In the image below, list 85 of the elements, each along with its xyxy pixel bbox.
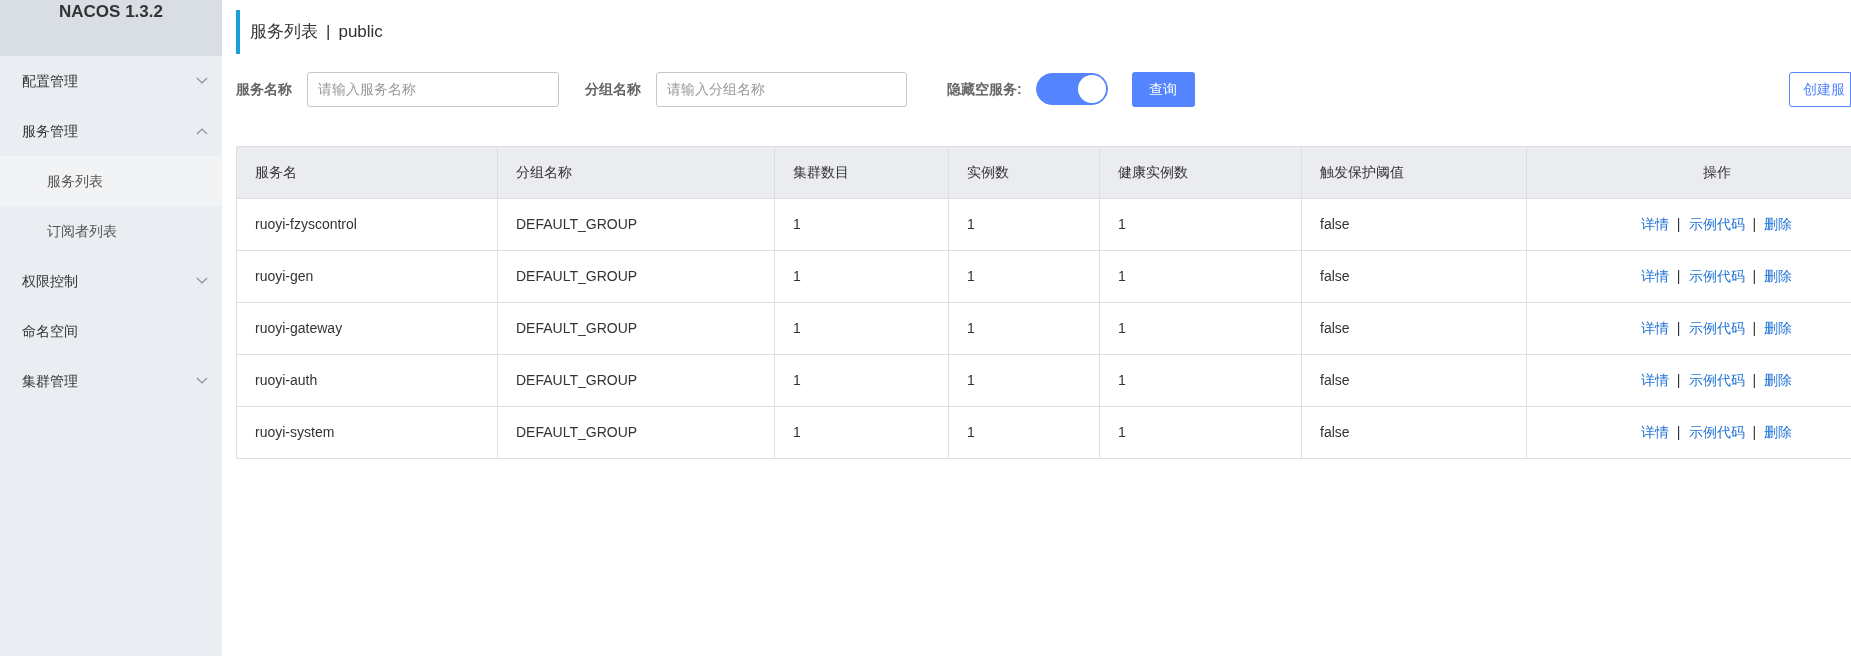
title-separator: | (326, 21, 331, 44)
table-cell: 1 (1099, 302, 1302, 355)
query-button[interactable]: 查询 (1131, 71, 1195, 107)
action-separator: | (1752, 215, 1757, 234)
namespace-label: public (338, 21, 383, 44)
table-cell: DEFAULT_GROUP (497, 406, 775, 459)
table-cell: DEFAULT_GROUP (497, 354, 775, 407)
action-separator: | (1676, 319, 1681, 338)
column-header: 服务名 (236, 146, 498, 199)
page-title: 服务列表 (250, 21, 318, 44)
action-link[interactable]: 删除 (1764, 266, 1793, 287)
field-label: 分组名称 (585, 79, 641, 99)
table-cell: 1 (774, 250, 949, 303)
field-label: 服务名称 (236, 79, 292, 99)
table-cell: ruoyi-auth (236, 354, 498, 407)
action-link[interactable]: 详情 (1640, 422, 1669, 443)
table-cell: DEFAULT_GROUP (497, 302, 775, 355)
toggle-switch[interactable] (1035, 73, 1108, 105)
table-cell: 1 (1099, 354, 1302, 407)
menu-item[interactable]: 权限控制 (0, 256, 222, 306)
column-header: 分组名称 (497, 146, 775, 199)
chevron-up-icon (196, 127, 208, 135)
action-link[interactable]: 删除 (1764, 318, 1793, 339)
action-separator: | (1752, 267, 1757, 286)
table-cell: ruoyi-fzyscontrol (236, 198, 498, 251)
table-cell: 1 (774, 198, 949, 251)
menu-item[interactable]: 配置管理 (0, 56, 222, 106)
table-cell: false (1301, 406, 1527, 459)
table-cell: 1 (774, 302, 949, 355)
action-link[interactable]: 示例代码 (1688, 318, 1745, 339)
table-cell: DEFAULT_GROUP (497, 250, 775, 303)
table-cell: 1 (948, 302, 1100, 355)
table-cell: 1 (948, 198, 1100, 251)
table-cell: false (1301, 302, 1527, 355)
chevron-down-icon (196, 277, 208, 285)
table-cell: DEFAULT_GROUP (497, 198, 775, 251)
action-link[interactable]: 删除 (1764, 370, 1793, 391)
column-header: 健康实例数 (1099, 146, 1302, 199)
column-header: 实例数 (948, 146, 1100, 199)
menu-item[interactable]: 命名空间 (0, 306, 222, 356)
table-cell: false (1301, 250, 1527, 303)
action-separator: | (1676, 215, 1681, 234)
action-separator: | (1676, 371, 1681, 390)
group-name-field[interactable]: 请输入分组名称 (656, 71, 907, 107)
menu-item[interactable]: 集群管理 (0, 356, 222, 406)
action-link[interactable]: 详情 (1640, 214, 1669, 235)
table-cell: ruoyi-system (236, 406, 498, 459)
action-link[interactable]: 详情 (1640, 266, 1669, 287)
menu-item[interactable]: 服务管理 (0, 106, 222, 156)
table-cell: false (1301, 198, 1527, 251)
chevron-down-icon (196, 77, 208, 85)
toggle-label: 隐藏空服务: (947, 79, 1022, 99)
create-service-button[interactable]: 创建服 (1789, 71, 1851, 107)
action-separator: | (1752, 423, 1757, 442)
action-link[interactable]: 示例代码 (1688, 370, 1745, 391)
table-cell: ruoyi-gateway (236, 302, 498, 355)
action-separator: | (1676, 423, 1681, 442)
table-cell: 1 (774, 354, 949, 407)
table-cell: 1 (1099, 406, 1302, 459)
table-cell: 1 (1099, 198, 1302, 251)
table-cell: 1 (948, 406, 1100, 459)
action-link[interactable]: 删除 (1764, 422, 1793, 443)
column-header: 触发保护阈值 (1301, 146, 1527, 199)
action-link[interactable]: 详情 (1640, 318, 1669, 339)
action-link[interactable]: 示例代码 (1688, 422, 1745, 443)
action-link[interactable]: 示例代码 (1688, 214, 1745, 235)
submenu-item[interactable]: 订阅者列表 (0, 206, 222, 256)
column-header: 操作 (1526, 146, 1851, 199)
action-separator: | (1676, 267, 1681, 286)
app-title: NACOS 1.3.2 (59, 2, 163, 23)
table-cell: ruoyi-gen (236, 250, 498, 303)
action-link[interactable]: 详情 (1640, 370, 1669, 391)
submenu-item[interactable]: 服务列表 (0, 156, 222, 206)
action-separator: | (1752, 319, 1757, 338)
action-link[interactable]: 示例代码 (1688, 266, 1745, 287)
action-separator: | (1752, 371, 1757, 390)
action-link[interactable]: 删除 (1764, 214, 1793, 235)
service-name-field[interactable]: 请输入服务名称 (307, 71, 559, 107)
table-cell: 1 (948, 250, 1100, 303)
table-cell: 1 (1099, 250, 1302, 303)
table-cell: false (1301, 354, 1527, 407)
table-cell: 1 (774, 406, 949, 459)
column-header: 集群数目 (774, 146, 949, 199)
chevron-down-icon (196, 377, 208, 385)
table-cell: 1 (948, 354, 1100, 407)
